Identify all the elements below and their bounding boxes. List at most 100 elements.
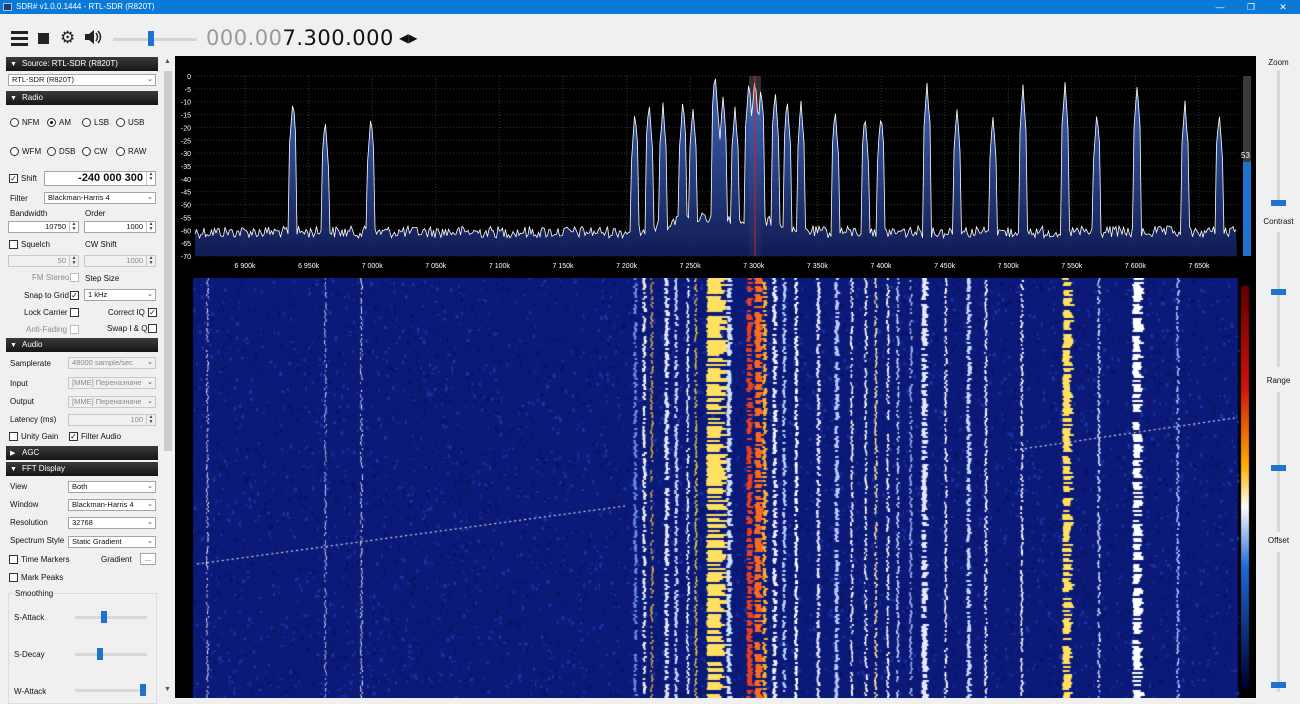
anti-fading-label: Anti-Fading [26,325,67,334]
input-select[interactable]: [MME] Переназначе ⌄ [68,377,156,389]
smoothing-label: Smoothing [14,589,55,598]
spinner-icon[interactable]: ▲ ▼ [69,256,78,266]
range-slider[interactable] [1277,392,1280,532]
w-attack-slider[interactable] [75,689,147,692]
s-attack-slider[interactable] [75,616,147,619]
samplerate-select[interactable]: 48000 sample/sec ⌄ [68,357,156,369]
contrast-slider-thumb[interactable] [1271,289,1286,295]
spinner-icon[interactable]: ▲ ▼ [146,222,155,232]
section-audio[interactable]: ▼ Audio [6,338,158,352]
mode-nfm-radio[interactable] [10,118,19,127]
section-source[interactable]: ▼ Source: RTL-SDR (R820T) [6,57,158,71]
offset-slider-thumb[interactable] [1271,682,1286,688]
snap-to-grid-checkbox[interactable]: ✓ [70,291,79,300]
stop-icon[interactable] [38,33,49,44]
fm-stereo-checkbox[interactable] [70,273,79,282]
spinner-icon[interactable]: ▲ ▼ [69,222,78,232]
section-agc[interactable]: ▶ AGC [6,446,158,460]
spectrum-style-select[interactable]: Static Gradient ⌄ [68,536,156,548]
minimize-button[interactable]: — [1207,0,1233,14]
spinner-icon[interactable]: ▲ ▼ [146,172,155,185]
freq-tick-label: 7 150k [552,263,574,270]
shift-value: -240 000 300 [78,172,143,184]
latency-input[interactable]: 100 ▲ ▼ [68,414,156,426]
chevron-down-icon: ⌄ [147,359,153,366]
frequency-display[interactable]: 000.007.300.000 [206,26,394,50]
mode-raw-radio[interactable] [116,147,125,156]
view-select[interactable]: Both ⌄ [68,481,156,493]
close-button[interactable]: ✕ [1270,0,1296,14]
menu-icon[interactable] [11,31,28,49]
waterfall-canvas[interactable] [175,278,1256,698]
volume-slider-thumb[interactable] [148,31,154,46]
mode-wfm-radio[interactable] [10,147,19,156]
time-markers-checkbox[interactable] [9,555,18,564]
select-value: Blackman-Harris 4 [72,500,134,509]
spinner-icon[interactable]: ▲ ▼ [146,415,155,425]
mode-am-radio[interactable] [47,118,56,127]
shift-input[interactable]: -240 000 300 ▲ ▼ [44,171,156,186]
window-select[interactable]: Blackman-Harris 4 ⌄ [68,499,156,511]
output-select[interactable]: [MME] Переназначе ⌄ [68,396,156,408]
shift-checkbox[interactable]: ✓ [9,174,18,183]
filter-select[interactable]: Blackman-Harris 4 ⌄ [44,192,156,204]
spinner-icon[interactable]: ▲ ▼ [146,256,155,266]
mode-dsb-radio[interactable] [47,147,56,156]
tuning-arrows-icon[interactable]: ◀▶ [399,31,417,45]
freq-tick-label: 7 550k [1061,263,1083,270]
spectrum-plot[interactable]: 0 -5 -10 -15 -20 -25 -30 -35 -40 -45 -50 -55 -60 -65 -… [175,56,1256,278]
mode-cw-radio[interactable] [82,147,91,156]
lock-carrier-checkbox[interactable] [70,308,79,317]
source-device-select[interactable]: RTL-SDR (R820T) ⌄ [8,74,156,86]
anti-fading-checkbox[interactable] [70,325,79,334]
bandwidth-input[interactable]: 10750 ▲ ▼ [8,221,79,233]
mark-peaks-checkbox[interactable] [9,573,18,582]
section-title: Audio [22,340,43,349]
s-attack-slider-thumb[interactable] [101,611,107,623]
waterfall-display[interactable] [175,278,1256,698]
shift-label: Shift [21,174,38,183]
step-size-select[interactable]: 1 kHz ⌄ [84,289,156,301]
zoom-slider[interactable] [1277,70,1280,206]
unity-gain-checkbox[interactable] [9,432,18,441]
contrast-slider[interactable] [1277,232,1280,367]
cw-shift-input[interactable]: 1000 ▲ ▼ [84,255,156,267]
latency-label: Latency (ms) [10,415,57,424]
gradient-button[interactable]: ... [140,553,156,565]
scroll-up-icon[interactable]: ▲ [164,58,171,65]
freq-tick-label: 7 000k [362,263,384,270]
resolution-select[interactable]: 32768 ⌄ [68,517,156,529]
output-label: Output [10,397,35,406]
swap-iq-checkbox[interactable] [148,324,157,333]
scrollbar-thumb[interactable] [164,71,172,451]
squelch-checkbox[interactable] [9,240,18,249]
s-decay-slider-thumb[interactable] [97,648,103,660]
mode-label: LSB [94,118,110,127]
s-decay-slider[interactable] [75,653,147,656]
mode-label: NFM [22,118,40,127]
cw-shift-label: CW Shift [85,240,117,249]
zoom-slider-thumb[interactable] [1271,200,1286,206]
mode-usb-radio[interactable] [116,118,125,127]
section-radio[interactable]: ▼ Radio [6,91,158,105]
spectrum-analyzer[interactable]: 0 -5 -10 -15 -20 -25 -30 -35 -40 -45 -50 -55 -60 -65 -… [175,56,1256,278]
gear-icon[interactable]: ⚙ [60,28,75,48]
scroll-down-icon[interactable]: ▼ [164,686,171,693]
mode-label: DSB [59,147,76,156]
maximize-button[interactable]: ❐ [1238,0,1264,14]
section-fft-display[interactable]: ▼ FFT Display [6,462,158,476]
w-attack-slider-thumb[interactable] [140,684,146,696]
order-input[interactable]: 1000 ▲ ▼ [84,221,156,233]
range-slider-thumb[interactable] [1271,465,1286,471]
volume-slider[interactable] [113,38,197,41]
db-tick-label: -50 [181,203,191,210]
db-tick-label: -60 [181,228,191,235]
squelch-input[interactable]: 50 ▲ ▼ [8,255,79,267]
correct-iq-checkbox[interactable]: ✓ [148,308,157,317]
mode-lsb-radio[interactable] [82,118,91,127]
filter-audio-checkbox[interactable]: ✓ [69,432,78,441]
sidebar-scrollbar[interactable]: ▲ ▼ [162,56,174,696]
offset-slider[interactable] [1277,552,1280,692]
select-value: [MME] Переназначе [72,378,142,387]
speaker-icon[interactable] [83,28,103,48]
